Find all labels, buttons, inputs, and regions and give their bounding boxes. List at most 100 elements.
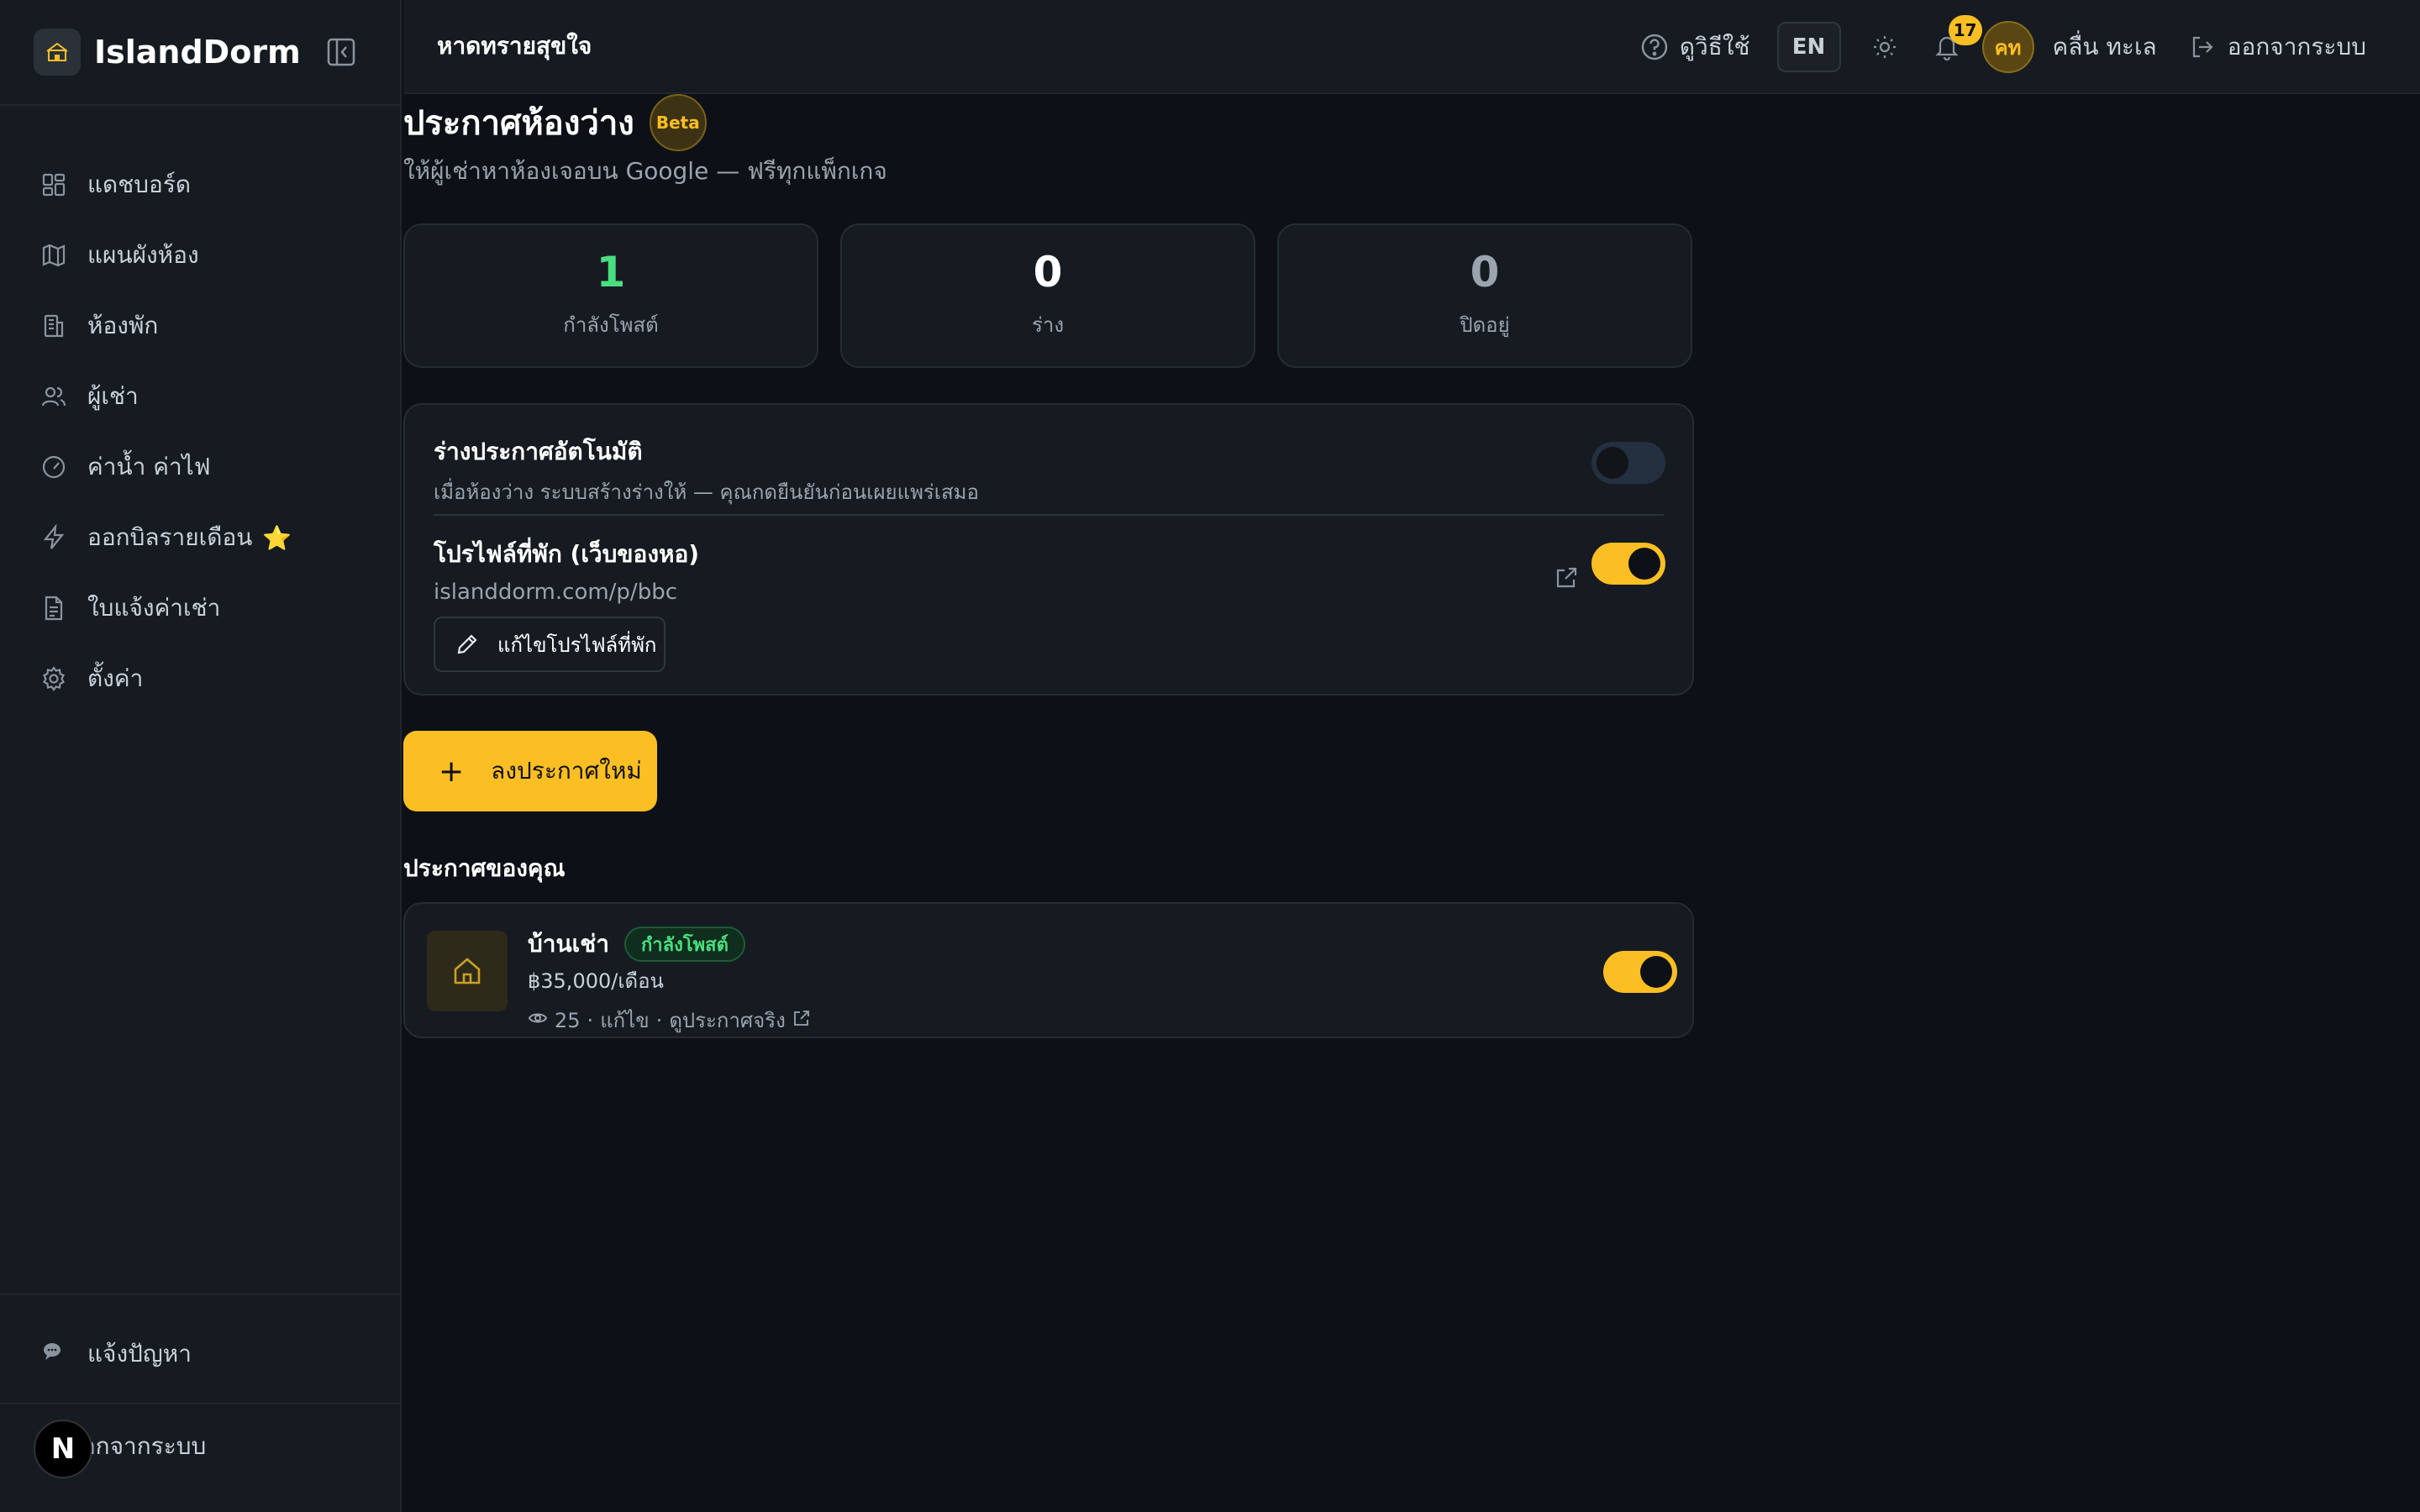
listing-price: ฿35,000/เดือน <box>528 969 664 993</box>
stats-row: 1 กำลังโพสต์ 0 ร่าง 0 ปิดอยู่ <box>403 223 1694 368</box>
nextjs-badge-icon[interactable]: N <box>34 1420 92 1478</box>
edit-profile-button[interactable]: แก้ไขโปรไฟล์ที่พัก <box>434 617 666 672</box>
external-link-icon[interactable] <box>792 1009 811 1032</box>
profile-toggle[interactable] <box>1591 543 1665 585</box>
logo-icon <box>34 29 81 76</box>
stat-label: ปิดอยู่ <box>1460 312 1510 337</box>
report-problem-link[interactable]: แจ้งปัญหา <box>0 1319 400 1389</box>
stat-card-active: 1 กำลังโพสต์ <box>403 223 818 368</box>
sidebar-item-label: ใบแจ้งค่าเช่า <box>87 594 221 622</box>
divider <box>434 514 1664 516</box>
help-label: ดูวิธีใช้ <box>1679 33 1750 60</box>
chat-bubble-icon <box>40 1341 67 1368</box>
toggle-knob <box>1628 548 1660 580</box>
toggle-knob <box>1597 447 1628 479</box>
sidebar-nav: แดชบอร์ด แผนผังห้อง ห้องพัก ผู้เช่า ค่าน… <box>0 106 400 714</box>
user-name[interactable]: คลื่น ทะเล <box>2053 29 2157 66</box>
sidebar-item-label: ตั้งค่า <box>87 664 144 692</box>
logout-button[interactable]: ออกจากระบบ <box>2189 29 2366 66</box>
sidebar-item-label: ออกบิลรายเดือน <box>87 523 253 551</box>
view-listing-link[interactable]: ดูประกาศจริง <box>669 1004 786 1037</box>
help-button[interactable]: ดูวิธีใช้ <box>1639 29 1750 66</box>
sidebar-item-label: แผนผังห้อง <box>87 241 199 269</box>
map-icon <box>40 242 67 269</box>
status-badge: กำลังโพสต์ <box>623 927 745 962</box>
help-icon <box>1641 34 1668 60</box>
theme-toggle[interactable] <box>1865 27 1905 67</box>
house-icon <box>427 931 508 1011</box>
listing-card[interactable]: บ้านเช่า กำลังโพสต์ ฿35,000/เดือน 25 · แ… <box>403 902 1694 1038</box>
separator: · <box>587 1008 594 1032</box>
auto-draft-setting: ร่างประกาศอัตโนมัติ เมื่อห้องว่าง ระบบสร… <box>434 433 979 508</box>
eye-icon <box>528 1008 548 1033</box>
sidebar-item-label: แดชบอร์ด <box>87 171 192 198</box>
listing-name[interactable]: บ้านเช่า <box>528 926 609 963</box>
sun-icon <box>1873 36 1896 58</box>
stat-card-draft: 0 ร่าง <box>840 223 1255 368</box>
listing-meta: 25 · แก้ไข · ดูประกาศจริง <box>528 1004 818 1037</box>
logout-label: ออกจากระบบ <box>2227 33 2366 60</box>
brand: IslandDorm <box>0 0 400 106</box>
edit-profile-label: แก้ไขโปรไฟล์ที่พัก <box>497 633 657 657</box>
listing-settings-card: ร่างประกาศอัตโนมัติ เมื่อห้องว่าง ระบบสร… <box>403 403 1694 696</box>
auto-draft-toggle[interactable] <box>1591 442 1665 484</box>
page-title: ประกาศห้องว่าง <box>403 104 634 143</box>
beta-badge: Beta <box>649 94 707 151</box>
building-icon <box>40 312 67 339</box>
star-icon: ⭐ <box>262 523 292 552</box>
stat-value: 0 <box>1033 247 1063 297</box>
notifications-button[interactable]: 17 <box>1927 15 1982 67</box>
stat-card-closed: 0 ปิดอยู่ <box>1277 223 1692 368</box>
page-subtitle: ให้ผู้เช่าหาห้องเจอบน Google — ฟรีทุกแพ็… <box>403 157 887 185</box>
topbar-actions: ดูวิธีใช้ EN 17 คท คลื่น ทะเล ออกจากระบบ <box>1639 0 2366 94</box>
sidebar-item-monthly-billing[interactable]: ออกบิลรายเดือน ⭐ <box>0 502 400 573</box>
main-content: ประกาศห้องว่าง Beta ให้ผู้เช่าหาห้องเจอบ… <box>403 94 1694 1038</box>
gear-icon <box>40 665 67 692</box>
report-problem-label: แจ้งปัญหา <box>87 1340 192 1368</box>
sidebar-item-settings[interactable]: ตั้งค่า <box>0 643 400 714</box>
sidebar-item-room-map[interactable]: แผนผังห้อง <box>0 220 400 291</box>
profile-url: islanddorm.com/p/bbc <box>434 580 677 605</box>
stat-value: 1 <box>596 247 626 297</box>
external-link-icon[interactable] <box>1553 564 1580 595</box>
stat-label: ร่าง <box>1031 312 1065 337</box>
view-count: 25 <box>555 1008 581 1032</box>
separator: · <box>655 1008 663 1032</box>
sidebar-item-label: ค่าน้ำ ค่าไฟ <box>87 453 211 480</box>
gauge-icon <box>40 454 67 480</box>
new-listing-button[interactable]: + ลงประกาศใหม่ <box>403 731 657 811</box>
listing-active-toggle[interactable] <box>1603 951 1677 993</box>
app-name: IslandDorm <box>94 34 301 71</box>
stat-value: 0 <box>1470 247 1500 297</box>
page-header: ประกาศห้องว่าง Beta <box>403 94 1694 151</box>
sidebar-item-label: ผู้เช่า <box>87 382 139 410</box>
logout-icon <box>2192 36 2213 58</box>
lightning-icon <box>40 524 67 551</box>
new-listing-label: ลงประกาศใหม่ <box>491 757 642 785</box>
language-button[interactable]: EN <box>1776 22 1841 72</box>
sidebar-item-dashboard[interactable]: แดชบอร์ด <box>0 150 400 220</box>
listing-info: บ้านเช่า กำลังโพสต์ ฿35,000/เดือน 25 · แ… <box>528 926 818 1037</box>
divider <box>0 1403 400 1404</box>
sidebar-item-utilities[interactable]: ค่าน้ำ ค่าไฟ <box>0 432 400 502</box>
sidebar-item-rent-invoices[interactable]: ใบแจ้งค่าเช่า <box>0 573 400 643</box>
sidebar-collapse-icon[interactable] <box>326 37 356 67</box>
profile-title: โปรไฟล์ที่พัก (เว็บของหอ) <box>434 540 700 568</box>
plus-icon: + <box>439 753 465 789</box>
dorm-name[interactable]: หาดทรายสุขใจ <box>437 28 592 65</box>
sidebar: IslandDorm แดชบอร์ด แผนผังห้อง ห้องพัก ผ… <box>0 0 402 1512</box>
sidebar-item-label: ห้องพัก <box>87 312 159 339</box>
sidebar-item-tenants[interactable]: ผู้เช่า <box>0 361 400 432</box>
divider <box>0 1294 400 1295</box>
avatar[interactable]: คท <box>1981 21 2034 73</box>
auto-draft-description: เมื่อห้องว่าง ระบบสร้างร่างให้ — คุณกดยื… <box>434 480 979 504</box>
auto-draft-title: ร่างประกาศอัตโนมัติ <box>434 438 643 465</box>
dashboard-icon <box>40 171 67 198</box>
pencil-icon <box>457 634 477 654</box>
sidebar-item-rooms[interactable]: ห้องพัก <box>0 291 400 361</box>
document-icon <box>40 595 67 622</box>
users-icon <box>40 383 67 410</box>
listing-edit-link[interactable]: แก้ไข <box>600 1004 649 1037</box>
notification-count-badge: 17 <box>1948 15 1982 45</box>
toggle-knob <box>1640 956 1672 988</box>
